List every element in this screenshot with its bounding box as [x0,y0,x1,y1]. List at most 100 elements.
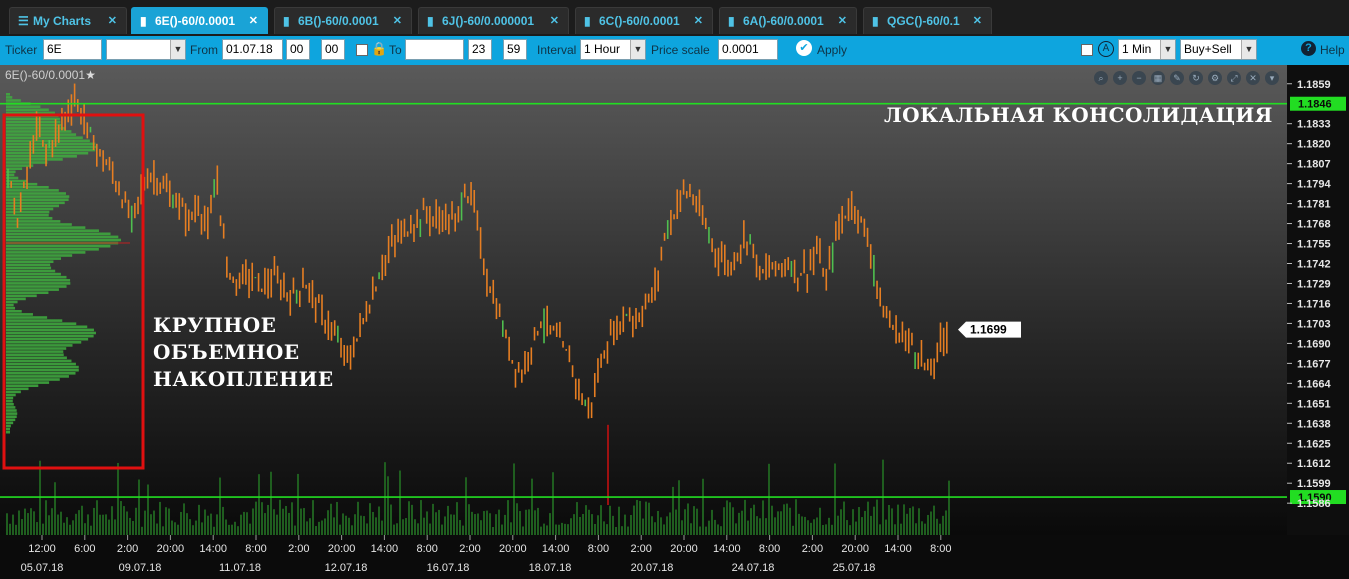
tab-6a[interactable]: ▮ 6A()-60/0.0001 ✕ [719,7,857,34]
volume-bar [828,517,830,535]
interval-value: 1 Hour [584,42,621,56]
to-date-input[interactable] [405,39,464,60]
volume-bar [384,462,386,535]
option-checkbox[interactable] [1081,44,1093,56]
profile-bar [6,235,119,239]
profile-bar [6,396,14,400]
zoom-in-icon[interactable]: + [1113,71,1127,85]
check-circle-icon[interactable]: ✔ [796,40,812,56]
volume-bar [591,514,593,535]
volume-bar [444,516,446,535]
help-link[interactable]: Help [1320,43,1345,57]
settings-icon[interactable]: ⚙ [1208,71,1222,85]
close-icon[interactable]: ✕ [550,8,559,35]
close-icon[interactable]: ✕ [1246,71,1260,85]
help-icon[interactable]: ? [1301,41,1316,56]
volume-bar [726,500,728,535]
zoom-reset-icon[interactable]: ⌕ [1094,71,1108,85]
volume-bar [264,513,266,535]
profile-bar [6,347,67,350]
tab-label: 6A()-60/0.0001 [743,14,824,28]
volume-bar [87,514,89,535]
from-hour-input[interactable]: 00 [286,39,310,60]
grid-icon[interactable]: ▦ [1151,71,1165,85]
volume-bar [927,514,929,535]
volume-bar [912,506,914,535]
volume-bar [294,525,296,535]
volume-bar [702,478,704,535]
volume-bar [69,524,71,535]
volume-bar [507,500,509,535]
ticker-input[interactable]: 6E [43,39,102,60]
star-icon[interactable]: ★ [85,68,96,82]
volume-bar [15,524,17,535]
apply-button[interactable]: Apply [817,43,847,57]
volume-bar [837,515,839,535]
close-icon[interactable]: ✕ [249,8,258,35]
volume-bar [33,511,35,535]
volume-bar [810,522,812,535]
fullscreen-icon[interactable]: ⤢ [1227,71,1241,85]
timeframe-select[interactable]: 1 Min ▼ [1118,39,1176,60]
chevron-down-icon: ▼ [1241,40,1256,59]
volume-bar [270,471,272,535]
volume-bar [510,522,512,535]
close-icon[interactable]: ✕ [393,8,402,35]
volume-bar [12,514,14,535]
x-tick-label: 14:00 [713,543,741,555]
side-select[interactable]: Buy+Sell ▼ [1180,39,1257,60]
volume-bar [132,520,134,535]
profile-bar [6,424,11,428]
volume-bar [705,526,707,535]
tab-6e[interactable]: ▮ 6E()-60/0.0001 ✕ [131,7,268,34]
draw-icon[interactable]: ✎ [1170,71,1184,85]
tab-6c[interactable]: ▮ 6C()-60/0.0001 ✕ [575,7,713,34]
x-tick-label: 2:00 [117,543,138,555]
profile-bar [6,319,63,322]
volume-bar [168,508,170,535]
to-minute-input[interactable]: 59 [503,39,527,60]
volume-bar [408,501,410,535]
volume-bar [933,505,935,535]
ticker-select[interactable]: ▼ [106,39,186,60]
volume-bar [876,499,878,535]
close-icon[interactable]: ✕ [694,8,703,35]
tab-6j[interactable]: ▮ 6J()-60/0.000001 ✕ [418,7,569,34]
profile-bar [6,99,21,102]
collapse-icon[interactable]: ▾ [1265,71,1279,85]
zoom-out-icon[interactable]: − [1132,71,1146,85]
interval-select[interactable]: 1 Hour ▼ [580,39,646,60]
volume-bar [651,516,653,535]
from-minute-input[interactable]: 00 [321,39,345,60]
volume-bar [411,504,413,535]
volume-bar [318,521,320,535]
volume-bar [621,526,623,535]
close-icon[interactable]: ✕ [973,8,982,35]
volume-bar [483,511,485,535]
volume-bar [852,509,854,535]
volume-bar [894,524,896,535]
tab-qgc[interactable]: ▮ QGC()-60/0.1 ✕ [863,7,992,34]
from-date-input[interactable]: 01.07.18 [222,39,283,60]
volume-bar [72,520,74,535]
x-date-label: 18.07.18 [529,562,572,574]
tab-6b[interactable]: ▮ 6B()-60/0.0001 ✕ [274,7,412,34]
auto-icon[interactable]: A [1098,41,1114,57]
volume-bar [129,517,131,535]
tab-my-charts[interactable]: ☰ My Charts ✕ [9,7,127,34]
chart-area[interactable]: 1.1846 1.1590 1.1699 1.1859 1.1833 1.1820 1.1… [0,65,1349,579]
profile-bar [6,365,79,369]
profile-bar [6,393,16,397]
volume-bar [324,518,326,535]
refresh-icon[interactable]: ↻ [1189,71,1203,85]
volume-bar [537,507,539,535]
x-tick-label: 20:00 [157,543,185,555]
profile-bar [6,164,34,167]
annotation-line: ОБЪЕМНОЕ [153,340,300,364]
close-icon[interactable]: ✕ [838,8,847,35]
price-scale-input[interactable]: 0.0001 [718,39,778,60]
lock-checkbox[interactable] [356,44,368,56]
to-hour-input[interactable]: 23 [468,39,492,60]
annotation-line: КРУПНОЕ [153,313,277,337]
close-icon[interactable]: ✕ [108,8,117,35]
